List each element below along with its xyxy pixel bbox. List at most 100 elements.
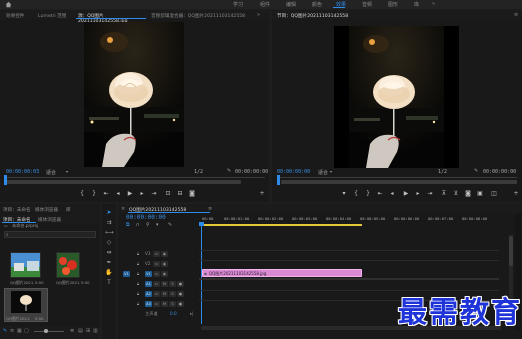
a1-mic-icon[interactable]: ● [177,281,184,287]
timeline-playhead-handle[interactable] [199,222,204,226]
trash-icon[interactable]: ▥ [93,328,98,334]
v3-lock-icon[interactable]: 🔒︎ [137,251,139,256]
source-goto-in-icon[interactable]: ⇤ [102,190,110,197]
workspace-learning[interactable]: 学习 [233,1,243,8]
tab-audio-clip-mixer[interactable]: 音频剪辑混合器：QQ图片20211103142558 [151,13,251,19]
program-timecode-in[interactable]: 00:00:00:00 [277,169,310,175]
program-step-back-icon[interactable]: ◂ [388,190,396,197]
thumbnail-zoom-slider[interactable] [34,331,64,332]
program-settings-wrench-icon[interactable]: ✎ [474,168,478,174]
timeline-clip-v1[interactable]: ▪ QQ图片20211103142558.jpg [202,269,362,277]
source-camera-icon[interactable]: ◙ [188,190,196,197]
project-search-input[interactable] [12,232,92,237]
program-add-button-icon[interactable]: + [512,190,520,197]
source-play-icon[interactable]: ▶ [126,190,134,197]
program-step-forward-icon[interactable]: ▸ [414,190,422,197]
timeline-ruler[interactable]: 00:00 00:00:01:00 00:00:02:00 00:00:03:0… [200,214,520,228]
source-zoom-bar[interactable] [5,180,241,184]
program-play-icon[interactable]: ▶ [402,190,410,197]
workspace-editing[interactable]: 编辑 [286,1,296,8]
selection-tool-icon[interactable]: ➤ [105,209,113,217]
nest-icon[interactable]: ⧉ [126,222,130,228]
workspace-more-icon[interactable]: » [432,1,435,7]
icon-view-icon[interactable]: ▦ [17,328,22,334]
program-lift-icon[interactable]: ⊼ [440,190,448,197]
project-thumbnail-1[interactable] [10,252,41,278]
tab-libraries[interactable]: 库 [66,207,71,213]
workspace-graphics[interactable]: 图形 [388,1,398,8]
a1-solo-button[interactable]: S [169,281,176,287]
v2-lock-icon[interactable]: 🔒︎ [137,261,139,266]
a3-label[interactable]: A3 [145,301,152,307]
source-insert-icon[interactable]: ⊡ [164,190,172,197]
hand-tool-icon[interactable]: ✋ [105,269,113,277]
v2-sync-lock-button[interactable]: ▭ [153,261,160,267]
program-fit-chevron-icon[interactable]: ▾ [330,169,332,174]
master-volume-value[interactable]: 0.0 [170,311,177,316]
source-fit-dropdown[interactable]: 适合 [46,169,56,176]
automate-icon[interactable]: ▤ [78,328,83,334]
a1-mute-button[interactable]: M [161,281,168,287]
source-overwrite-icon[interactable]: ⊟ [176,190,184,197]
track-select-tool-icon[interactable]: ⇉ [105,219,113,227]
source-settings-wrench-icon[interactable]: ✎ [227,168,231,174]
timeline-close-icon[interactable]: × [121,206,125,212]
a3-lock-icon[interactable]: 🔒︎ [137,301,139,306]
a1-lock-icon[interactable]: 🔒︎ [137,281,139,286]
workspace-assembly[interactable]: 组件 [260,1,270,8]
project-thumbnail-2[interactable] [56,252,80,278]
linked-selection-icon[interactable]: ⚲ [146,222,150,228]
source-resolution-dropdown[interactable]: 1/2 [194,169,203,175]
project-search-field[interactable]: ⌕ [4,231,96,238]
source-mark-in-icon[interactable]: { [78,190,86,197]
v1-sync-lock-button[interactable]: ▭ [153,271,160,277]
pen-tool-icon[interactable]: ✒ [105,259,113,267]
snap-icon[interactable]: ∩ [136,222,140,228]
home-icon[interactable] [5,1,12,8]
tab-effect-controls[interactable]: 效果控件 [6,13,24,19]
freeform-view-icon[interactable]: ▢ [24,328,29,334]
program-camera-icon[interactable]: ◙ [464,190,472,197]
program-mark-in-icon[interactable]: { [352,190,360,197]
source-step-back-icon[interactable]: ◂ [114,190,122,197]
v2-eye-icon[interactable]: ◉ [161,261,168,267]
source-mark-out-icon[interactable]: } [90,190,98,197]
source-step-forward-icon[interactable]: ▸ [138,190,146,197]
v1-lock-icon[interactable]: 🔒︎ [137,271,139,276]
type-tool-icon[interactable]: T [105,279,113,287]
timeline-scroll-thumb[interactable] [509,236,513,266]
thumbnail-zoom-handle[interactable] [44,329,48,333]
a1-sync-lock-button[interactable]: ▭ [153,281,160,287]
source-scrubber-track[interactable] [5,177,265,178]
program-fit-dropdown[interactable]: 适合 [318,169,328,176]
v1-label[interactable]: V1 [145,271,152,277]
source-fit-chevron-icon[interactable]: ▾ [66,169,68,174]
tab-media-browser[interactable]: 媒体浏览器 [35,207,63,213]
a2-solo-button[interactable]: S [169,291,176,297]
a2-label[interactable]: A2 [145,291,152,297]
a2-sync-lock-button[interactable]: ▭ [153,291,160,297]
a3-mute-button[interactable]: M [161,301,168,307]
v1-source-patch[interactable]: V1 [123,271,130,277]
workspace-libraries[interactable]: 库 [414,1,419,8]
tab-lumetri-scopes[interactable]: Lumetri 范围 [38,13,66,19]
a2-mic-icon[interactable]: ● [177,291,184,297]
program-playhead[interactable] [277,175,280,185]
a2-mute-button[interactable]: M [161,291,168,297]
program-goto-in-icon[interactable]: ⇤ [376,190,384,197]
program-scrubber-track[interactable] [277,177,517,178]
a2-lock-icon[interactable]: 🔒︎ [137,291,139,296]
source-add-button-icon[interactable]: + [258,190,266,197]
tab-program[interactable]: 节目：QQ图片20211103142558 [277,13,397,19]
add-marker-icon[interactable]: ▾ [156,222,159,228]
workspace-color[interactable]: 颜色 [312,1,322,8]
source-playhead[interactable] [4,175,7,185]
list-view-icon[interactable]: ≡ [10,328,14,334]
master-goto-icon[interactable]: ▸| [190,311,194,316]
source-goto-out-icon[interactable]: ⇥ [150,190,158,197]
a3-mic-icon[interactable]: ● [177,301,184,307]
v3-sync-lock-button[interactable]: ▭ [153,251,160,257]
program-mark-out-icon[interactable]: } [364,190,372,197]
source-video-frame[interactable] [84,22,184,167]
program-resolution-dropdown[interactable]: 1/2 [438,169,447,175]
